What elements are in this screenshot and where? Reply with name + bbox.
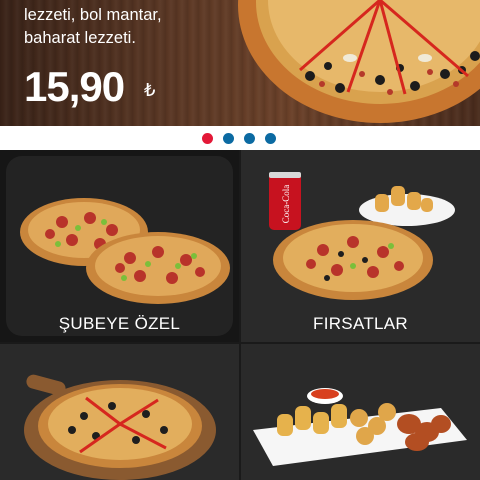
tile-pizzas[interactable] xyxy=(0,344,239,480)
pager-dot-1[interactable] xyxy=(202,133,213,144)
pager-dot-3[interactable] xyxy=(244,133,255,144)
tile-sides[interactable] xyxy=(241,344,480,480)
currency-symbol: ₺ xyxy=(144,80,156,100)
promo-description-line-1: lezzeti, bol mantar, xyxy=(24,6,162,24)
sides-platter-image xyxy=(253,388,467,466)
pager-dot-4[interactable] xyxy=(265,133,276,144)
promo-description-line-2: baharat lezzeti. xyxy=(24,29,136,47)
promo-pizza-image xyxy=(238,0,480,123)
promo-price: 15,90 xyxy=(24,63,125,110)
tile-branch-special-label: ŞUBEYE ÖZEL xyxy=(58,314,181,333)
pager-dot-2[interactable] xyxy=(223,133,234,144)
tile-branch-special[interactable]: ŞUBEYE ÖZEL xyxy=(0,150,239,342)
tile-deals-label: FIRSATLAR xyxy=(313,314,408,333)
tile-deals[interactable]: Coca-Cola FIRSATLAR xyxy=(241,150,480,342)
carousel-pager xyxy=(0,126,480,150)
promo-banner[interactable]: lezzeti, bol mantar, baharat lezzeti. 15… xyxy=(0,0,480,126)
pizza-on-board-image xyxy=(24,374,216,480)
svg-text:Coca-Cola: Coca-Cola xyxy=(281,185,291,224)
